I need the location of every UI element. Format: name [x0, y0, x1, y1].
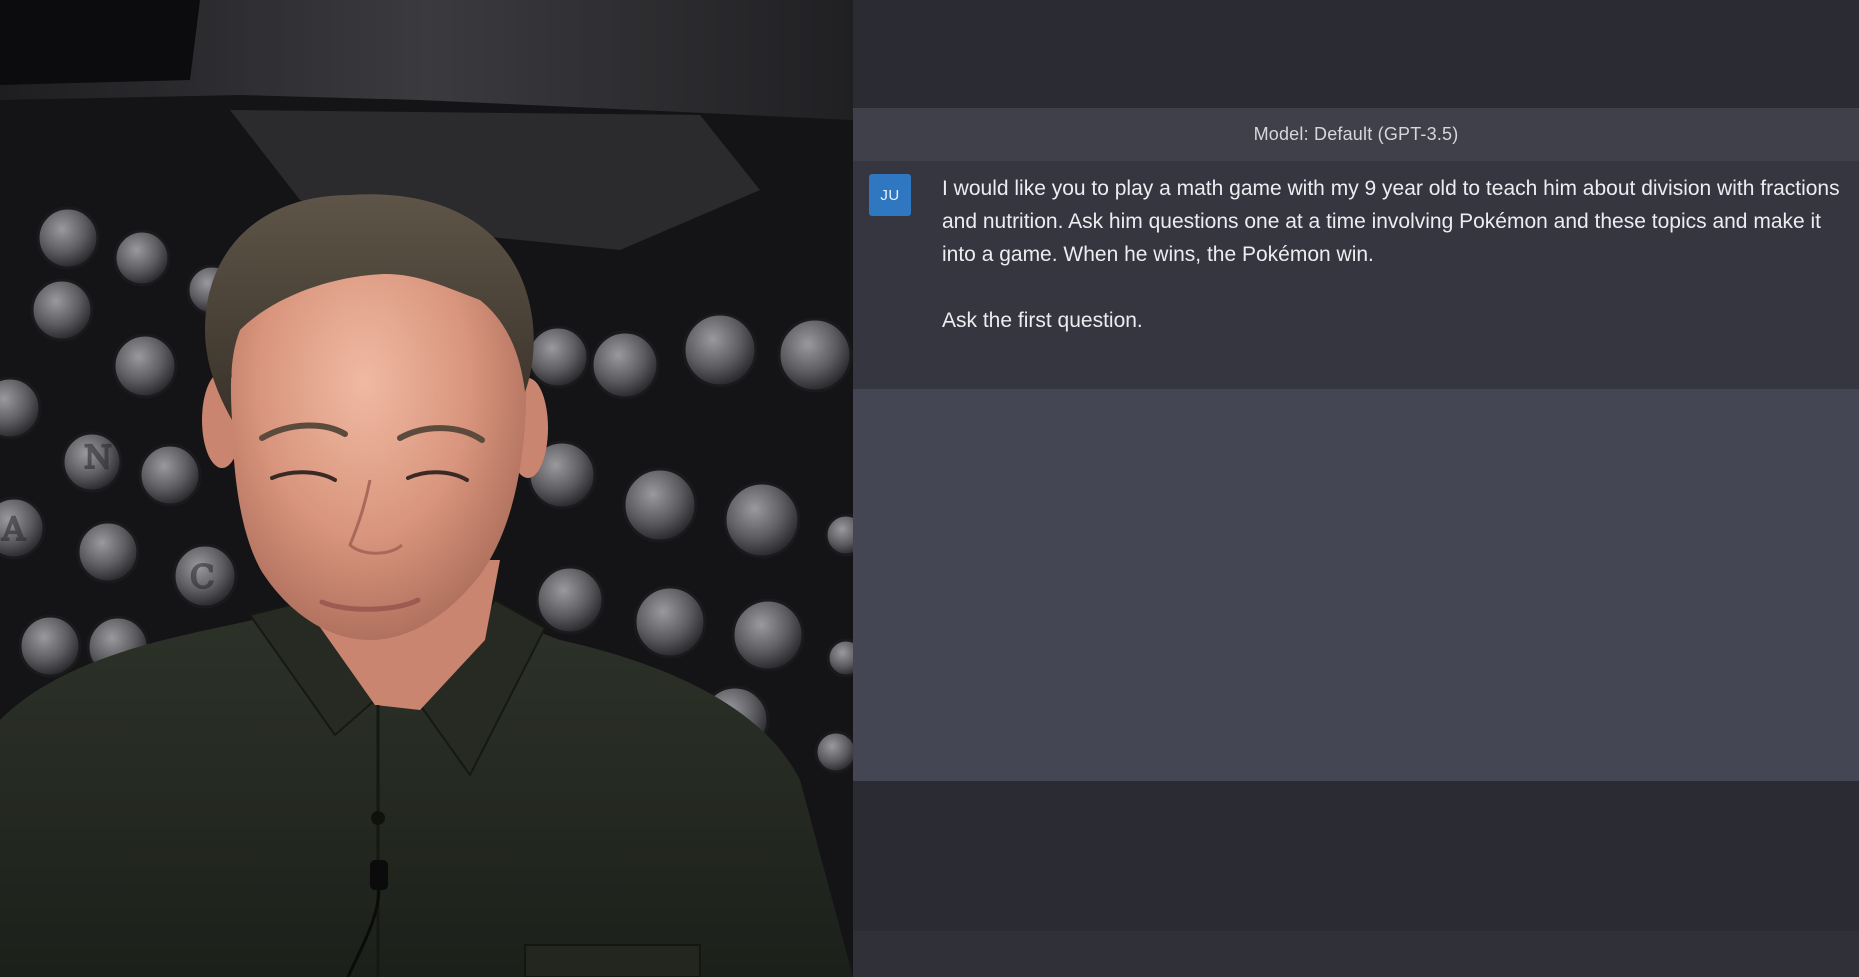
screen: N A C Model: Default (GPT-3.5) JU I woul…	[0, 0, 1859, 977]
chat-panel: Model: Default (GPT-3.5) JU I would like…	[853, 0, 1859, 977]
chat-input-region	[853, 781, 1859, 931]
presenter-video-frame: N A C	[0, 0, 853, 977]
user-avatar: JU	[869, 174, 911, 216]
svg-text:C: C	[190, 558, 214, 596]
user-message-text: I would like you to play a math game wit…	[942, 172, 1842, 337]
model-label: Model: Default (GPT-3.5)	[1253, 124, 1459, 144]
message-paragraph: Ask the first question.	[942, 309, 1143, 332]
model-indicator: Model: Default (GPT-3.5)	[853, 108, 1859, 161]
lavalier-microphone	[370, 860, 388, 890]
user-avatar-initials: JU	[880, 186, 900, 204]
shirt-button	[371, 811, 385, 825]
svg-text:N: N	[84, 438, 112, 476]
message-paragraph: I would like you to play a math game wit…	[942, 177, 1840, 266]
user-message: JU I would like you to play a math game …	[853, 161, 1859, 389]
webcam-video: N A C	[0, 0, 853, 977]
svg-text:A: A	[1, 510, 26, 548]
chat-top-area	[853, 0, 1859, 108]
assistant-response-area	[853, 389, 1859, 781]
chat-footer	[853, 931, 1859, 977]
